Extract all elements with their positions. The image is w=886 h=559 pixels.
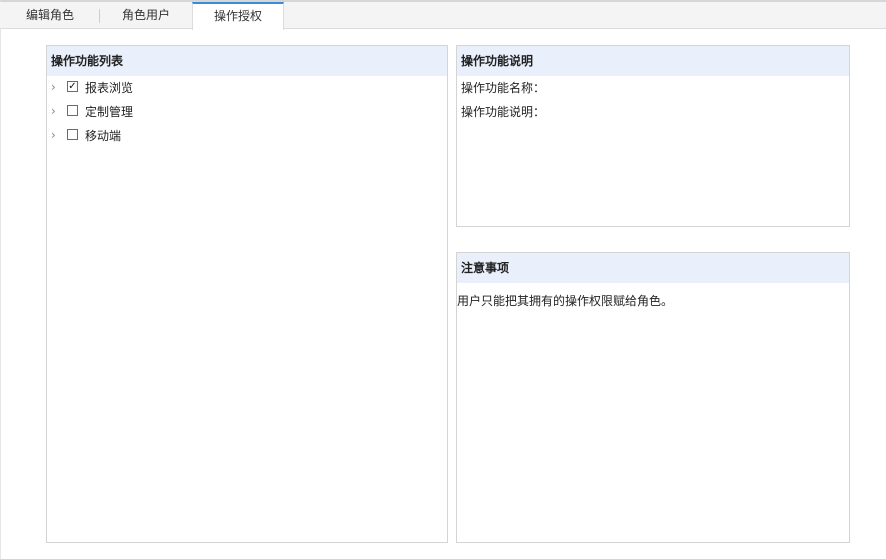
tree-item-report-browse[interactable]: › ✓ 报表浏览: [47, 76, 447, 100]
tree-item-label: 移动端: [85, 129, 122, 143]
tab-bar: 编辑角色 角色用户 操作授权: [0, 2, 886, 30]
notice-title: 注意事项: [457, 253, 849, 283]
tab-role-users[interactable]: 角色用户: [100, 2, 192, 29]
function-name-label: 操作功能名称：: [461, 81, 546, 95]
function-list-title: 操作功能列表: [47, 46, 447, 76]
function-desc-label: 操作功能说明：: [461, 105, 546, 119]
tab-operation-authorization[interactable]: 操作授权: [192, 2, 284, 30]
checkbox-unchecked-icon[interactable]: [67, 129, 78, 140]
function-desc-panel: 操作功能说明 操作功能名称： 操作功能说明：: [456, 45, 850, 227]
function-list-panel: 操作功能列表 › ✓ 报表浏览 › 定制管理 › 移动端: [46, 45, 448, 543]
tree-item-custom-manage[interactable]: › 定制管理: [47, 100, 447, 124]
tree-item-mobile[interactable]: › 移动端: [47, 124, 447, 148]
tab-edit-role[interactable]: 编辑角色: [0, 2, 100, 29]
chevron-right-icon[interactable]: ›: [51, 124, 61, 148]
checkbox-checked-icon[interactable]: ✓: [67, 81, 78, 92]
tree-item-label: 定制管理: [85, 105, 134, 119]
chevron-right-icon[interactable]: ›: [51, 76, 61, 100]
chevron-right-icon[interactable]: ›: [51, 100, 61, 124]
notice-text: 用户只能把其拥有的操作权限赋给角色。: [457, 294, 674, 308]
notice-panel: 注意事项 用户只能把其拥有的操作权限赋给角色。: [456, 252, 850, 543]
checkbox-unchecked-icon[interactable]: [67, 105, 78, 116]
function-desc-title: 操作功能说明: [457, 46, 849, 76]
tree-item-label: 报表浏览: [85, 81, 134, 95]
